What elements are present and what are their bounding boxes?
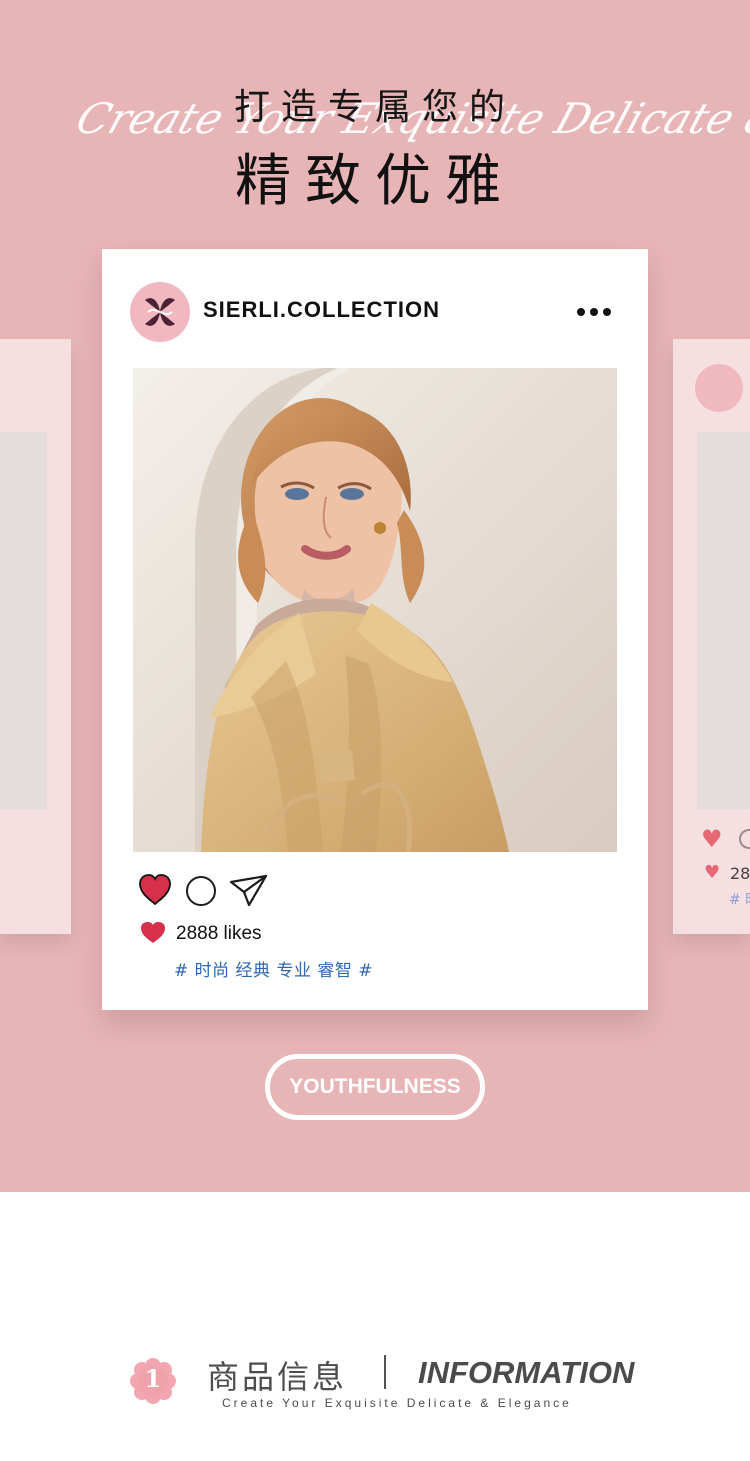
section-title-en: INFORMATION [418,1355,635,1390]
page: 打造专属您的 Create Your Exquisite Delicate & … [0,0,750,1461]
post-photo-illustration [133,368,617,852]
right-preview-tags: # 时 [729,892,750,908]
send-icon[interactable] [229,874,269,908]
right-post-preview[interactable]: ♥ ♥ 2888 # 时 [673,339,750,934]
right-preview-avatar [695,364,743,412]
right-preview-heart-icon: ♥ [701,825,723,853]
left-post-image-placeholder [0,432,47,809]
social-post-card: SIERLI.COLLECTION 2888 likes # 时尚 经典 专业 … [102,249,648,1010]
section-separator [384,1355,386,1389]
right-post-image-placeholder [697,432,750,809]
profile-name[interactable]: SIERLI.COLLECTION [203,297,440,323]
section-subtitle: Create Your Exquisite Delicate & Eleganc… [222,1396,572,1410]
more-options-icon[interactable] [575,305,615,319]
right-preview-small-heart-icon: ♥ [704,862,721,883]
right-preview-comment-icon [739,829,750,849]
section-number: 1 [144,1364,162,1393]
comment-circle-icon[interactable] [186,876,216,906]
section-information-header: 1 商品信息 INFORMATION Create Your Exquisite… [0,1340,750,1430]
hero-title-top: 打造专属您的 [233,87,516,128]
hero-title-bottom: 精致优雅 [235,149,515,214]
youthfulness-button[interactable]: YOUTHFULNESS [265,1054,485,1120]
brand-logo-icon [145,298,175,326]
likes-count[interactable]: 2888 likes [176,923,262,945]
post-tags[interactable]: # 时尚 经典 专业 睿智 # [174,956,373,981]
left-post-preview[interactable] [0,339,71,934]
section-title-cn: 商品信息 [207,1358,348,1396]
brand-avatar[interactable] [130,282,190,342]
likes-heart-icon [141,922,165,943]
right-preview-likes: 2888 [730,864,750,883]
post-photo[interactable] [133,368,617,852]
heart-icon[interactable] [138,873,172,907]
